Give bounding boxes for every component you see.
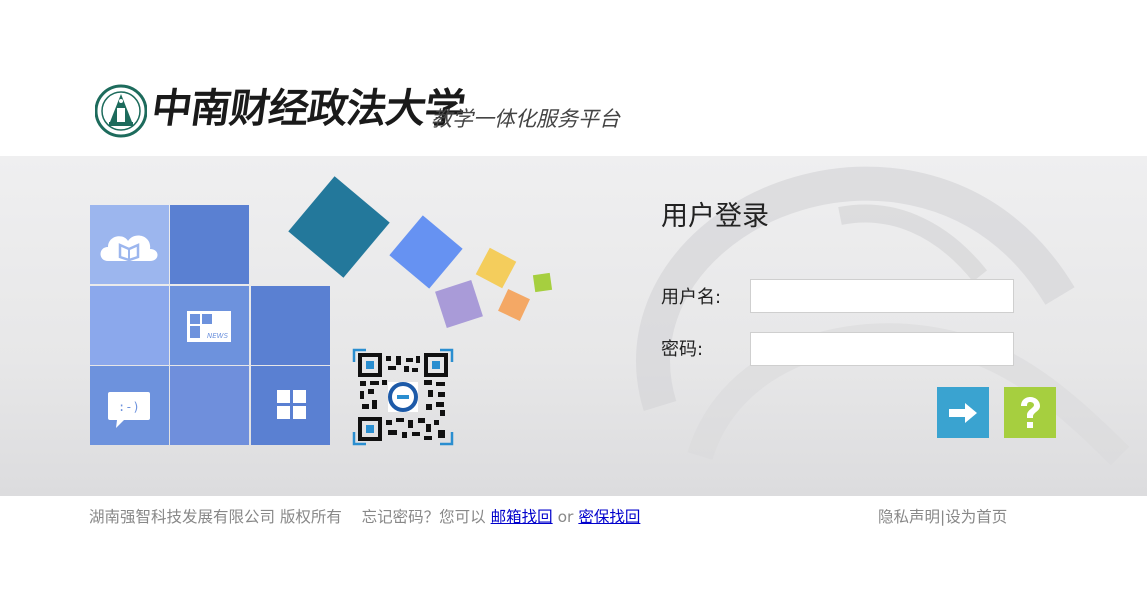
decor-square-blue	[389, 215, 463, 289]
help-button[interactable]	[1004, 387, 1056, 438]
footer-right: 隐私声明|设为首页	[878, 506, 1007, 528]
email-recover-link[interactable]: 邮箱找回	[491, 508, 553, 526]
tile-apps[interactable]	[251, 366, 330, 445]
privacy-link[interactable]: 隐私声明	[878, 508, 940, 526]
question-mark-icon	[1021, 396, 1040, 428]
footer-left: 湖南强智科技发展有限公司 版权所有 忘记密码？您可以 邮箱找回 or 密保找回	[89, 506, 640, 528]
arrow-right-icon	[949, 402, 977, 423]
chat-caption: :-)	[118, 400, 140, 414]
platform-name: 教学一体化服务平台	[431, 107, 620, 131]
decor-square-teal	[288, 176, 390, 278]
footer: 湖南强智科技发展有限公司 版权所有 忘记密码？您可以 邮箱找回 or 密保找回 …	[0, 496, 1147, 605]
decor-square-purple	[435, 280, 483, 328]
news-caption: NEWS	[207, 332, 229, 340]
username-label: 用户名:	[661, 287, 722, 308]
header: 中南财经政法大学 教学一体化服务平台	[0, 0, 1147, 156]
login-button[interactable]	[937, 387, 989, 438]
login-title: 用户登录	[661, 201, 769, 232]
login-banner: NEWS :-) 用户登录 用户名: 密码:	[0, 156, 1147, 496]
university-name: 中南财经政法大学	[148, 85, 468, 132]
password-label: 密码:	[661, 339, 704, 360]
copyright-text: 湖南强智科技发展有限公司 版权所有	[89, 508, 342, 526]
qr-code-icon	[352, 348, 454, 446]
decor-square-green	[532, 272, 553, 293]
grid-apps-icon	[277, 390, 306, 419]
or-text: or	[557, 508, 574, 526]
username-input[interactable]	[750, 279, 1014, 313]
decor-square-orange	[498, 289, 530, 321]
tile-news[interactable]: NEWS	[170, 286, 249, 365]
cloud-book-icon	[100, 235, 158, 262]
tile-blank-left[interactable]	[90, 286, 169, 365]
university-emblem-icon	[95, 84, 147, 138]
chat-bubble-icon: :-)	[108, 392, 150, 428]
news-icon: NEWS	[187, 311, 231, 342]
set-homepage-link[interactable]: 设为首页	[945, 508, 1007, 526]
tile-cloud[interactable]	[90, 205, 169, 284]
forgot-password-text: 忘记密码？您可以	[361, 508, 486, 526]
security-recover-link[interactable]: 密保找回	[578, 508, 640, 526]
tile-chat[interactable]: :-)	[90, 366, 169, 445]
tile-blank-bottom[interactable]	[170, 366, 249, 445]
tile-blank-top[interactable]	[170, 205, 249, 284]
decor-square-yellow	[475, 247, 517, 289]
tile-blank-right[interactable]	[251, 286, 330, 365]
password-input[interactable]	[750, 332, 1014, 366]
